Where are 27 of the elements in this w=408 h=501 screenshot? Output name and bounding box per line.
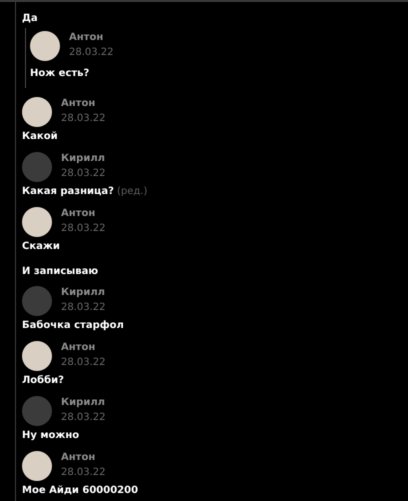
message-date: 28.03.22: [61, 411, 106, 425]
message-date: 28.03.22: [61, 222, 106, 236]
author-name: Антон: [69, 31, 104, 45]
message-date: 28.03.22: [61, 356, 106, 370]
author-name: Антон: [61, 341, 96, 355]
author-name: Кирилл: [61, 286, 106, 300]
edited-label: (ред.): [116, 184, 148, 198]
message-date: 28.03.22: [61, 466, 106, 480]
message-text: И записываю: [22, 264, 98, 278]
author-name: Кирилл: [61, 152, 106, 166]
author-name: Антон: [61, 97, 96, 111]
message-date: 28.03.22: [61, 301, 106, 315]
message-date: 28.03.22: [61, 167, 106, 181]
message-text: Лобби?: [22, 374, 64, 388]
message-text: Скажи: [22, 240, 60, 254]
author-name: Антон: [61, 207, 96, 221]
message-text: Да: [22, 12, 38, 26]
message-text: Ну можно: [22, 428, 80, 442]
author-name: Кирилл: [61, 396, 106, 410]
message-date: 28.03.22: [61, 112, 106, 126]
message-text: Какой: [22, 130, 58, 144]
message-text: Какая разница?: [22, 184, 114, 198]
author-name: Антон: [61, 451, 96, 465]
message-text: Бабочка старфол: [22, 318, 124, 332]
message-date: 28.03.22: [69, 46, 114, 60]
message-text: Мое Айди 60000200: [22, 484, 138, 498]
message-text: Нож есть?: [30, 66, 90, 80]
